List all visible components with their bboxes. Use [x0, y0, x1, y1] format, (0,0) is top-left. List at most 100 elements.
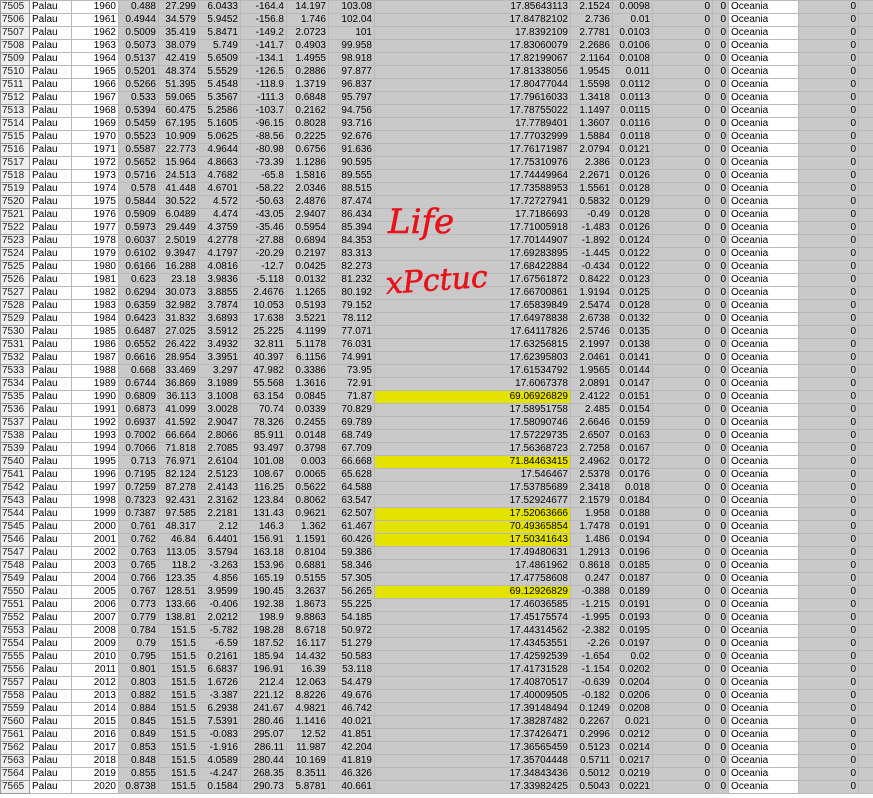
cell-c4[interactable]: 0	[858, 143, 873, 157]
cell-year[interactable]: 1971	[71, 143, 119, 157]
cell-year[interactable]: 1977	[71, 221, 119, 235]
cell-region[interactable]: Oceania	[728, 91, 799, 105]
cell-c4[interactable]: 0	[858, 741, 873, 755]
cell-v6[interactable]: 56.265	[328, 585, 375, 599]
cell-v8[interactable]: -0.388	[570, 585, 613, 599]
cell-c3[interactable]: 0	[798, 572, 859, 586]
cell-c3[interactable]: 0	[798, 182, 859, 196]
cell-v1[interactable]: 0.5844	[118, 195, 159, 209]
cell-region[interactable]: Oceania	[728, 650, 799, 664]
cell-v8[interactable]: 2.4962	[570, 455, 613, 469]
cell-v4[interactable]: 241.67	[240, 702, 287, 716]
cell-v4[interactable]: 40.397	[240, 351, 287, 365]
cell-c3[interactable]: 0	[798, 169, 859, 183]
cell-year[interactable]: 1966	[71, 78, 119, 92]
cell-v8[interactable]: 2.5746	[570, 325, 613, 339]
cell-v3[interactable]: 5.9452	[198, 13, 241, 27]
cell-c3[interactable]: 0	[798, 702, 859, 716]
cell-v5[interactable]: 0.003	[286, 455, 329, 469]
cell-v4[interactable]: 156.91	[240, 533, 287, 547]
cell-region[interactable]: Oceania	[728, 624, 799, 638]
cell-v7[interactable]: 17.58951758	[374, 403, 571, 417]
cell-c3[interactable]: 0	[798, 663, 859, 677]
cell-c2[interactable]: 0	[712, 507, 729, 521]
cell-v6[interactable]: 78.112	[328, 312, 375, 326]
cell-v5[interactable]: 2.9407	[286, 208, 329, 222]
cell-v3[interactable]: -3.263	[198, 559, 241, 573]
row-header[interactable]: 7527	[0, 286, 30, 300]
cell-v6[interactable]: 85.394	[328, 221, 375, 235]
cell-v9[interactable]: 0.0219	[612, 767, 653, 781]
cell-v1[interactable]: 0.766	[118, 572, 159, 586]
cell-v1[interactable]: 0.7387	[118, 507, 159, 521]
cell-c3[interactable]: 0	[798, 143, 859, 157]
cell-country[interactable]: Palau	[29, 559, 72, 573]
cell-v3[interactable]: 5.6509	[198, 52, 241, 66]
cell-c4[interactable]: 0	[858, 520, 873, 534]
cell-v7[interactable]: 71.84463415	[374, 455, 571, 469]
cell-year[interactable]: 2018	[71, 754, 119, 768]
cell-v1[interactable]: 0.5909	[118, 208, 159, 222]
row-header[interactable]: 7530	[0, 325, 30, 339]
cell-v1[interactable]: 0.6102	[118, 247, 159, 261]
cell-c3[interactable]: 0	[798, 416, 859, 430]
cell-v8[interactable]: -0.434	[570, 260, 613, 274]
row-header[interactable]: 7540	[0, 455, 30, 469]
cell-c2[interactable]: 0	[712, 650, 729, 664]
cell-v3[interactable]: 3.0028	[198, 403, 241, 417]
cell-c2[interactable]: 0	[712, 13, 729, 27]
cell-v3[interactable]: 2.7085	[198, 442, 241, 456]
cell-v4[interactable]: 101.08	[240, 455, 287, 469]
cell-v3[interactable]: 5.5529	[198, 65, 241, 79]
cell-v9[interactable]: 0.0112	[612, 78, 653, 92]
cell-v3[interactable]: 3.7874	[198, 299, 241, 313]
cell-c4[interactable]: 0	[858, 598, 873, 612]
cell-v8[interactable]: 2.0891	[570, 377, 613, 391]
row-header[interactable]: 7548	[0, 559, 30, 573]
cell-c4[interactable]: 0	[858, 663, 873, 677]
cell-v8[interactable]: -0.49	[570, 208, 613, 222]
cell-v6[interactable]: 53.118	[328, 663, 375, 677]
cell-region[interactable]: Oceania	[728, 65, 799, 79]
cell-v7[interactable]: 17.68422884	[374, 260, 571, 274]
cell-country[interactable]: Palau	[29, 442, 72, 456]
cell-v8[interactable]: 1.2913	[570, 546, 613, 560]
cell-v2[interactable]: 16.288	[158, 260, 199, 274]
cell-c2[interactable]: 0	[712, 130, 729, 144]
cell-country[interactable]: Palau	[29, 494, 72, 508]
cell-c4[interactable]: 0	[858, 442, 873, 456]
cell-v7[interactable]: 17.56368723	[374, 442, 571, 456]
row-header[interactable]: 7522	[0, 221, 30, 235]
cell-v1[interactable]: 0.7323	[118, 494, 159, 508]
cell-c3[interactable]: 0	[798, 325, 859, 339]
cell-v2[interactable]: 38.079	[158, 39, 199, 53]
cell-v4[interactable]: 85.911	[240, 429, 287, 443]
cell-v4[interactable]: 153.96	[240, 559, 287, 573]
cell-v3[interactable]: 4.2778	[198, 234, 241, 248]
cell-region[interactable]: Oceania	[728, 728, 799, 742]
cell-c1[interactable]: 0	[652, 182, 713, 196]
cell-v7[interactable]: 17.41731528	[374, 663, 571, 677]
cell-year[interactable]: 1960	[71, 0, 119, 14]
cell-c2[interactable]: 0	[712, 117, 729, 131]
cell-v9[interactable]: 0.0128	[612, 208, 653, 222]
cell-v2[interactable]: 23.18	[158, 273, 199, 287]
cell-c3[interactable]: 0	[798, 91, 859, 105]
cell-country[interactable]: Palau	[29, 156, 72, 170]
cell-v2[interactable]: 133.66	[158, 598, 199, 612]
cell-c3[interactable]: 0	[798, 351, 859, 365]
cell-c4[interactable]: 0	[858, 273, 873, 287]
cell-region[interactable]: Oceania	[728, 325, 799, 339]
cell-v4[interactable]: 10.053	[240, 299, 287, 313]
cell-v5[interactable]: 0.6756	[286, 143, 329, 157]
cell-c2[interactable]: 0	[712, 286, 729, 300]
cell-country[interactable]: Palau	[29, 780, 72, 794]
cell-v9[interactable]: 0.0189	[612, 585, 653, 599]
cell-v7[interactable]: 17.47758608	[374, 572, 571, 586]
cell-v6[interactable]: 93.716	[328, 117, 375, 131]
cell-v6[interactable]: 55.225	[328, 598, 375, 612]
cell-c4[interactable]: 0	[858, 754, 873, 768]
row-header[interactable]: 7560	[0, 715, 30, 729]
cell-region[interactable]: Oceania	[728, 507, 799, 521]
cell-c4[interactable]: 0	[858, 13, 873, 27]
